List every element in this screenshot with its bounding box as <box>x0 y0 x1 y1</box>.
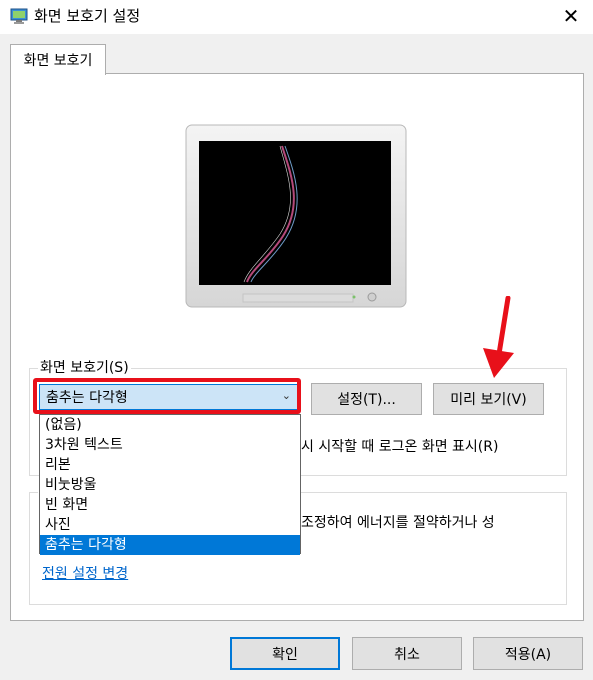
tab-screensaver[interactable]: 화면 보호기 <box>10 44 106 75</box>
monitor-preview <box>185 124 407 308</box>
preview-button[interactable]: 미리 보기(V) <box>433 383 544 415</box>
dropdown-option[interactable]: 비눗방울 <box>40 475 300 495</box>
power-settings-link[interactable]: 전원 설정 변경 <box>42 563 128 583</box>
power-description: 조정하여 에너지를 절약하거나 성 <box>301 515 495 531</box>
dropdown-option[interactable]: 빈 화면 <box>40 495 300 515</box>
dropdown-option-selected[interactable]: 춤추는 다각형 <box>40 535 300 555</box>
screensaver-dropdown-list[interactable]: (없음) 3차원 텍스트 리본 비눗방울 빈 화면 사진 춤추는 다각형 <box>39 414 301 555</box>
dropdown-option[interactable]: 사진 <box>40 515 300 535</box>
tab-label: 화면 보호기 <box>23 53 93 69</box>
display-settings-icon <box>10 8 28 24</box>
cancel-button[interactable]: 취소 <box>352 637 462 670</box>
screensaver-group-label: 화면 보호기(S) <box>38 358 131 378</box>
red-highlight-box <box>33 378 301 414</box>
close-button[interactable]: ✕ <box>553 2 589 30</box>
settings-button[interactable]: 설정(T)... <box>311 383 422 415</box>
dropdown-option[interactable]: 3차원 텍스트 <box>40 435 300 455</box>
close-icon: ✕ <box>562 4 580 28</box>
dropdown-option[interactable]: 리본 <box>40 455 300 475</box>
dropdown-option[interactable]: (없음) <box>40 415 300 435</box>
apply-button[interactable]: 적용(A) <box>473 637 583 670</box>
red-arrow-icon <box>483 296 514 378</box>
ok-button[interactable]: 확인 <box>230 637 340 670</box>
resume-logon-checkbox-label[interactable]: 시 시작할 때 로그온 화면 표시(R) <box>301 436 498 456</box>
window-title: 화면 보호기 설정 <box>34 7 141 25</box>
